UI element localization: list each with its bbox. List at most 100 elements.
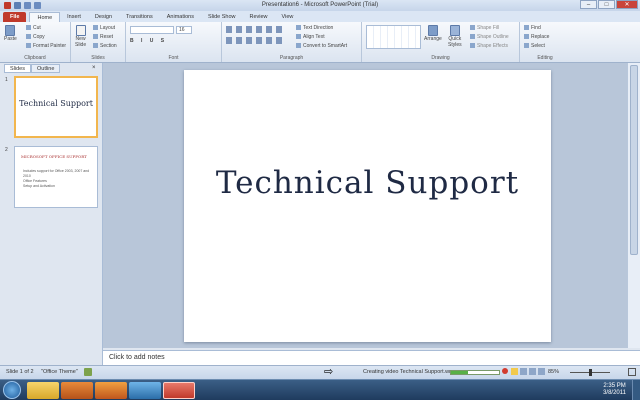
section-icon: [93, 43, 98, 49]
slideshow-view-icon[interactable]: [538, 368, 545, 375]
copy-icon: [26, 34, 31, 40]
quick-styles-button[interactable]: Quick Styles: [448, 25, 462, 48]
tab-design[interactable]: Design: [88, 12, 119, 22]
format-painter-button[interactable]: Format Painter: [26, 43, 66, 49]
slide-title[interactable]: Technical Support: [184, 165, 551, 201]
align-text-button[interactable]: Align Text: [296, 34, 325, 40]
select-button[interactable]: Select: [524, 43, 545, 49]
reset-button[interactable]: Reset: [93, 34, 113, 40]
explorer-taskbar-icon[interactable]: [27, 382, 59, 399]
zoom-level[interactable]: 85%: [548, 369, 559, 375]
video-progress-text: Creating video Technical Support.wmv: [363, 369, 457, 375]
tab-insert[interactable]: Insert: [60, 12, 88, 22]
system-clock[interactable]: 2:35 PM 3/8/2011: [603, 383, 626, 397]
chrome-taskbar-icon[interactable]: [129, 382, 161, 399]
close-panel-icon[interactable]: ×: [92, 65, 96, 71]
normal-view-icon[interactable]: [511, 368, 518, 375]
close-button[interactable]: ✕: [616, 0, 638, 9]
clock-date: 3/8/2011: [603, 390, 626, 396]
reset-icon: [93, 34, 98, 40]
maximize-button[interactable]: □: [598, 0, 615, 9]
section-button[interactable]: Section: [93, 43, 117, 49]
quick-styles-icon: [449, 25, 460, 36]
title-bar: Presentation6 - Microsoft PowerPoint (Tr…: [0, 0, 640, 11]
progress-bar: [450, 370, 500, 375]
text-direction-icon: [296, 25, 301, 31]
slide-thumbnail-2[interactable]: MICROSOFT OFFICE SUPPORT Includes suppor…: [14, 146, 98, 208]
cancel-icon[interactable]: [502, 368, 508, 374]
fill-icon: [470, 25, 475, 31]
taskbar: 2:35 PM 3/8/2011: [0, 379, 640, 400]
tab-view[interactable]: View: [275, 12, 301, 22]
tab-slide-show[interactable]: Slide Show: [201, 12, 243, 22]
font-label: Font: [168, 55, 179, 61]
thumbnail-bullets-2: Includes support for Office 2003, 2007 a…: [23, 169, 95, 189]
new-slide-button[interactable]: New Slide: [75, 25, 86, 48]
tab-outline[interactable]: Outline: [30, 64, 61, 73]
arrange-button[interactable]: Arrange: [424, 25, 442, 42]
powerpoint-taskbar-icon[interactable]: [163, 382, 195, 399]
scissors-icon: [26, 25, 31, 31]
slide-canvas[interactable]: Technical Support: [184, 70, 551, 342]
panel-tabs: Slides Outline: [4, 64, 61, 73]
spell-check-icon[interactable]: [84, 368, 92, 376]
replace-icon: [524, 34, 529, 40]
list-buttons[interactable]: [226, 26, 286, 33]
layout-icon: [93, 25, 98, 31]
paste-button[interactable]: Paste: [4, 25, 17, 42]
status-bar: Slide 1 of 2 "Office Theme" ⇨ Creating v…: [0, 365, 640, 379]
reading-view-icon[interactable]: [529, 368, 536, 375]
fit-to-window-icon[interactable]: [628, 368, 636, 376]
alignment-buttons[interactable]: [226, 37, 286, 44]
outline-icon: [470, 34, 475, 40]
tab-home[interactable]: Home: [29, 12, 61, 22]
minimize-button[interactable]: –: [580, 0, 597, 9]
shapes-gallery[interactable]: [366, 25, 421, 49]
drawing-group: Arrange Quick Styles Shape Fill Shape Ou…: [362, 22, 520, 62]
media-player-taskbar-icon[interactable]: [61, 382, 93, 399]
tab-file[interactable]: File: [3, 12, 27, 22]
shape-outline-button[interactable]: Shape Outline: [470, 34, 509, 40]
font-size-box[interactable]: 16: [176, 26, 192, 34]
convert-smartart-button[interactable]: Convert to SmartArt: [296, 43, 347, 49]
thumbnail-bullet: Setup and Activation: [23, 184, 55, 188]
thumbnail-number-1: 1: [5, 77, 8, 83]
paragraph-label: Paragraph: [279, 55, 304, 61]
firefox-taskbar-icon[interactable]: [95, 382, 127, 399]
vertical-scrollbar[interactable]: [627, 63, 640, 348]
tab-review[interactable]: Review: [243, 12, 275, 22]
shape-fill-button[interactable]: Shape Fill: [470, 25, 499, 31]
thumbnail-number-2: 2: [5, 147, 8, 153]
font-name-box[interactable]: [130, 26, 174, 34]
find-button[interactable]: Find: [524, 25, 541, 31]
font-format-buttons[interactable]: B I U S: [130, 38, 167, 44]
clipboard-label: Clipboard: [24, 55, 46, 61]
notes-pane[interactable]: Click to add notes: [103, 350, 640, 365]
cut-button[interactable]: Cut: [26, 25, 41, 31]
slides-label: Slides: [91, 55, 105, 61]
paragraph-group: Text Direction Align Text Convert to Sma…: [222, 22, 362, 62]
tab-transitions[interactable]: Transitions: [119, 12, 160, 22]
clipboard-group: Paste Cut Copy Format Painter Clipboard: [0, 22, 71, 62]
editing-label: Editing: [537, 55, 553, 61]
slide-sorter-icon[interactable]: [520, 368, 527, 375]
arrange-icon: [427, 25, 438, 36]
slide-counter: Slide 1 of 2: [6, 369, 34, 375]
replace-button[interactable]: Replace: [524, 34, 549, 40]
slide-thumbnail-1[interactable]: Technical Support: [14, 76, 98, 138]
zoom-slider-handle[interactable]: [589, 369, 592, 376]
tab-slides[interactable]: Slides: [4, 64, 31, 73]
start-button[interactable]: [3, 381, 21, 399]
arrow-right-icon: ⇨: [324, 366, 334, 378]
copy-button[interactable]: Copy: [26, 34, 45, 40]
shape-effects-button[interactable]: Shape Effects: [470, 43, 508, 49]
slides-group: New Slide Layout Reset Section Slides: [71, 22, 126, 62]
text-direction-button[interactable]: Text Direction: [296, 25, 333, 31]
scrollbar-thumb[interactable]: [630, 65, 638, 255]
new-slide-icon: [75, 25, 86, 36]
effects-icon: [470, 43, 475, 49]
binoculars-icon: [524, 25, 529, 31]
tab-animations[interactable]: Animations: [160, 12, 201, 22]
show-desktop-button[interactable]: [632, 380, 640, 400]
layout-button[interactable]: Layout: [93, 25, 115, 31]
